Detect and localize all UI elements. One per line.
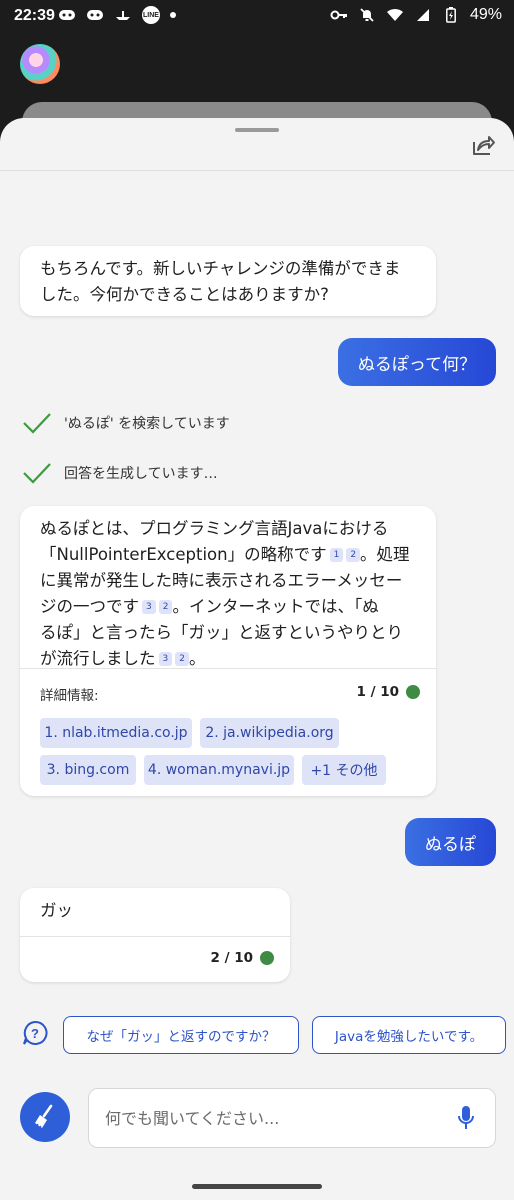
answer-line: 。処理 <box>360 545 410 564</box>
bot-message-answer: ぬるぽとは、プログラミング言語Javaにおける 「NullPointerExce… <box>20 506 436 796</box>
source-chip[interactable]: 1. nlab.itmedia.co.jp <box>40 718 192 748</box>
status-time: 22:39 <box>14 7 55 24</box>
answer-line: ぬるぽとは、プログラミング言語Javaにおける <box>40 519 389 538</box>
new-topic-button[interactable] <box>20 1092 70 1142</box>
boat-icon <box>114 7 132 23</box>
line-app-icon: LINE <box>142 6 160 24</box>
citation-link[interactable]: 1 <box>329 548 344 562</box>
turn-counter: 2 / 10 <box>210 950 274 966</box>
turn-counter-text: 1 / 10 <box>356 684 399 700</box>
signal-icon <box>414 7 432 23</box>
source-chip[interactable]: 4. woman.mynavi.jp <box>144 755 294 785</box>
bot-reply-text: ガッ <box>40 901 73 920</box>
answer-divider <box>20 668 436 669</box>
answer-line: が流行しました <box>40 649 156 668</box>
suggestion-chip[interactable]: Javaを勉強したいです。 <box>312 1016 506 1054</box>
game-controller-icon <box>58 7 76 23</box>
status-searching-text: 'ぬるぽ' を検索しています <box>64 416 230 432</box>
citation-link[interactable]: 2 <box>175 652 189 666</box>
status-searching: 'ぬるぽ' を検索しています <box>22 412 230 434</box>
battery-percent: 49% <box>469 6 502 23</box>
help-icon[interactable]: ? <box>22 1020 48 1046</box>
checkmark-icon <box>23 413 51 434</box>
citation-link[interactable]: 2 <box>346 548 361 562</box>
status-bar: 22:39 LINE 49% <box>0 0 514 32</box>
system-icons: 49% <box>330 6 502 24</box>
svg-text:?: ? <box>31 1026 39 1041</box>
answer-line: 。 <box>188 649 206 668</box>
notification-icons: LINE <box>58 6 176 24</box>
message-composer <box>88 1088 496 1148</box>
more-notifications-dot <box>170 12 176 18</box>
bot-message-reply: ガッ 2 / 10 <box>20 888 290 982</box>
user-message-text: ぬるぽって何？ <box>357 354 477 375</box>
suggestion-chip[interactable]: なぜ「ガッ」と返すのですか？ <box>63 1016 299 1054</box>
drag-handle[interactable] <box>235 128 279 132</box>
wifi-icon <box>386 7 404 23</box>
user-message-text: ぬるぽ <box>425 834 476 855</box>
turn-counter: 1 / 10 <box>356 684 420 700</box>
reply-divider <box>20 936 290 937</box>
game-controller-icon <box>86 7 104 23</box>
message-line: もちろんです。新しいチャレンジの準備ができま <box>40 259 401 278</box>
header-divider <box>0 170 514 171</box>
answer-text: ぬるぽとは、プログラミング言語Javaにおける 「NullPointerExce… <box>40 516 410 672</box>
answer-line: に異常が発生した時に表示されるエラーメッセー <box>40 571 403 590</box>
status-dot-icon <box>260 951 274 965</box>
user-message: ぬるぽって何？ <box>338 338 496 386</box>
bot-message-greeting: もちろんです。新しいチャレンジの準備ができま した。今何かできることはありますか… <box>20 246 436 316</box>
status-dot-icon <box>406 685 420 699</box>
user-message: ぬるぽ <box>405 818 496 866</box>
microphone-icon[interactable] <box>457 1105 475 1131</box>
share-icon[interactable] <box>470 132 496 158</box>
answer-line: ジの一つです <box>40 597 139 616</box>
mute-bell-icon <box>358 7 376 23</box>
answer-line: 。インターネットでは、「ぬ <box>172 597 379 616</box>
answer-line: 「NullPointerException」の略称です <box>40 545 327 564</box>
status-generating: 回答を生成しています… <box>22 462 218 484</box>
answer-line: るぽ」と言ったら「ガッ」と返すというやりとり <box>40 623 403 642</box>
turn-counter-text: 2 / 10 <box>210 950 253 966</box>
source-chip[interactable]: 3. bing.com <box>40 755 136 785</box>
avatar[interactable] <box>20 44 60 84</box>
status-generating-text: 回答を生成しています… <box>64 466 218 482</box>
citation-link[interactable]: 3 <box>142 600 156 614</box>
citation-link[interactable]: 3 <box>158 652 173 666</box>
broom-icon <box>35 1104 53 1130</box>
battery-icon <box>442 7 460 23</box>
checkmark-icon <box>23 463 51 484</box>
key-icon <box>330 7 348 23</box>
citation-link[interactable]: 2 <box>158 600 173 614</box>
more-sources-chip[interactable]: +1 その他 <box>302 755 386 785</box>
details-label: 詳細情報: <box>40 688 99 704</box>
message-line: した。今何かできることはありますか? <box>40 285 329 304</box>
home-indicator[interactable] <box>192 1184 322 1189</box>
message-input[interactable] <box>103 1103 447 1133</box>
source-chip[interactable]: 2. ja.wikipedia.org <box>200 718 339 748</box>
